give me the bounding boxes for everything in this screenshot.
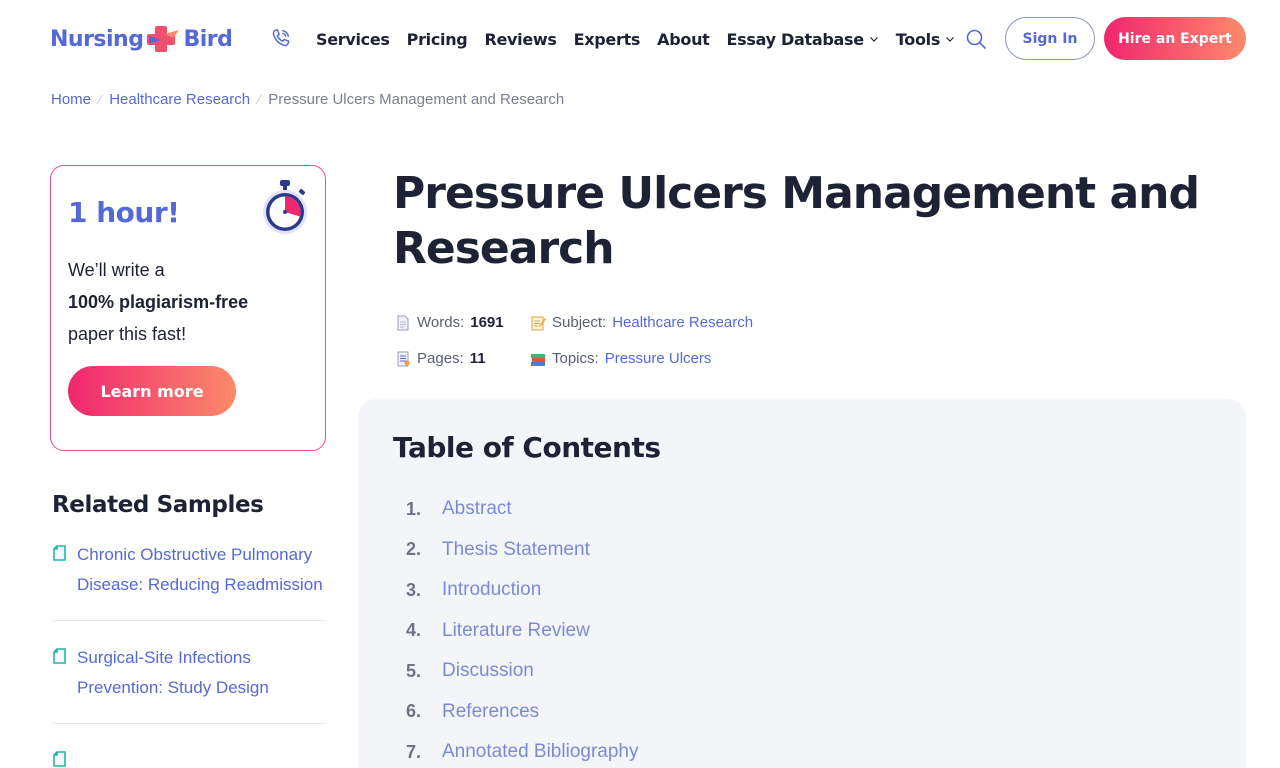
toc-item: 3. Introduction [406,570,638,611]
learn-more-button[interactable]: Learn more [68,366,236,416]
nav-pricing[interactable]: Pricing [407,30,468,49]
page-title: Pressure Ulcers Management and Research [393,168,1200,274]
toc-title: Table of Contents [393,431,661,464]
site-logo[interactable]: Nursing Bird [50,22,233,56]
meta-words: Words: 1691 [395,314,504,331]
promo-line-1: We’ll write a [68,260,165,280]
document-icon [397,315,409,330]
toc-item: 6. References [406,692,638,733]
breadcrumb-home[interactable]: Home [51,91,91,108]
breadcrumb-separator: ⁄ [99,92,102,107]
promo-text: We’ll write a 100% plagiarism-free paper… [68,254,308,350]
search-icon[interactable] [964,27,988,51]
chevron-down-icon [946,37,954,42]
promo-card: 1 hour! We’ll write a 100% plagiarism-fr… [50,165,326,451]
toc-item-number: 3. [406,579,422,600]
document-icon [53,648,66,664]
meta-pages: Pages: 11 [395,350,486,367]
memo-icon [531,316,546,330]
nav-reviews[interactable]: Reviews [484,30,556,49]
document-icon [53,545,66,561]
toc-item-number: 4. [406,620,422,641]
toc-item: 1. Abstract [406,489,638,530]
related-sample-item: Surgical-Site Infections Prevention: Stu… [52,643,325,724]
main-nav: Services Pricing Reviews Experts About E… [316,28,972,50]
toc-item-link[interactable]: Discussion [442,660,534,682]
meta-subject: Subject: Healthcare Research [530,314,753,331]
breadcrumb: Home ⁄ Healthcare Research ⁄ Pressure Ul… [51,91,564,108]
nav-tools[interactable]: Tools [896,30,955,49]
meta-subject-label: Subject: [552,314,607,331]
chevron-down-icon [869,37,878,42]
toc-item-link[interactable]: Literature Review [442,620,590,642]
promo-title: 1 hour! [68,196,180,229]
nav-about-label: About [657,29,710,49]
table-of-contents: Table of Contents 1. Abstract 2. Thesis St… [358,399,1246,768]
nav-pricing-label: Pricing [406,29,468,49]
document-icon [53,751,66,767]
logo-text-left: Nursing [50,26,144,52]
meta-topics-link[interactable]: Pressure Ulcers [605,350,712,367]
nav-reviews-label: Reviews [484,29,557,49]
promo-line-3: paper this fast! [68,324,187,344]
related-sample-link[interactable]: Surgical-Site Infections Prevention: Stu… [77,643,325,703]
pages-icon [397,351,410,366]
related-samples-list: Chronic Obstructive Pulmonary Disease: R… [52,540,325,768]
meta-subject-link[interactable]: Healthcare Research [612,314,753,331]
breadcrumb-separator: ⁄ [258,92,261,107]
toc-item-number: 5. [406,660,422,681]
meta-words-label: Words: [417,314,465,331]
toc-item-link[interactable]: References [442,701,539,723]
nav-services-label: Services [316,29,390,49]
toc-item-link[interactable]: Annotated Bibliography [442,741,638,763]
toc-list: 1. Abstract 2. Thesis Statement 3. Introduc… [406,489,638,768]
books-icon [531,353,545,366]
related-samples-title: Related Samples [52,492,264,518]
nav-essay-database[interactable]: Essay Database [727,30,879,49]
sign-in-button[interactable]: Sign In [1005,17,1095,60]
nav-experts[interactable]: Experts [574,30,641,49]
meta-words-value: 1691 [470,314,504,331]
logo-text-right: Bird [183,26,233,52]
promo-line-2: 100% plagiarism-free [68,292,249,312]
toc-item-link[interactable]: Abstract [442,498,512,520]
logo-bird-icon [147,26,180,52]
meta-pages-value: 11 [469,350,486,367]
toc-item: 7. Annotated Bibliography [406,732,638,768]
meta-pages-label: Pages: [417,350,464,367]
nav-experts-label: Experts [573,29,641,49]
hire-expert-button[interactable]: Hire an Expert [1104,17,1246,60]
breadcrumb-healthcare-research[interactable]: Healthcare Research [109,91,250,108]
meta-topics: Topics: Pressure Ulcers [530,350,711,367]
breadcrumb-current: Pressure Ulcers Management and Research [268,91,565,108]
toc-item: 4. Literature Review [406,611,638,652]
toc-item-number: 1. [406,498,422,519]
toc-item-link[interactable]: Thesis Statement [442,539,590,561]
related-sample-item [52,746,325,767]
meta-topics-label: Topics: [552,350,599,367]
toc-item-number: 2. [406,539,422,560]
toc-item-link[interactable]: Introduction [442,579,541,601]
stopwatch-icon [263,180,307,234]
toc-item: 5. Discussion [406,651,638,692]
related-sample-item: Chronic Obstructive Pulmonary Disease: R… [52,540,325,621]
nav-tools-label: Tools [895,29,941,49]
toc-item-number: 6. [406,701,422,722]
phone-icon[interactable] [270,27,292,49]
toc-item: 2. Thesis Statement [406,530,638,571]
site-header: Nursing Bird Services Pricing Reviews Ex… [0,0,1280,78]
toc-item-number: 7. [406,741,422,762]
nav-services[interactable]: Services [316,30,390,49]
related-sample-link[interactable]: Chronic Obstructive Pulmonary Disease: R… [77,540,325,600]
nav-essay-database-label: Essay Database [726,29,865,49]
nav-about[interactable]: About [657,29,710,49]
